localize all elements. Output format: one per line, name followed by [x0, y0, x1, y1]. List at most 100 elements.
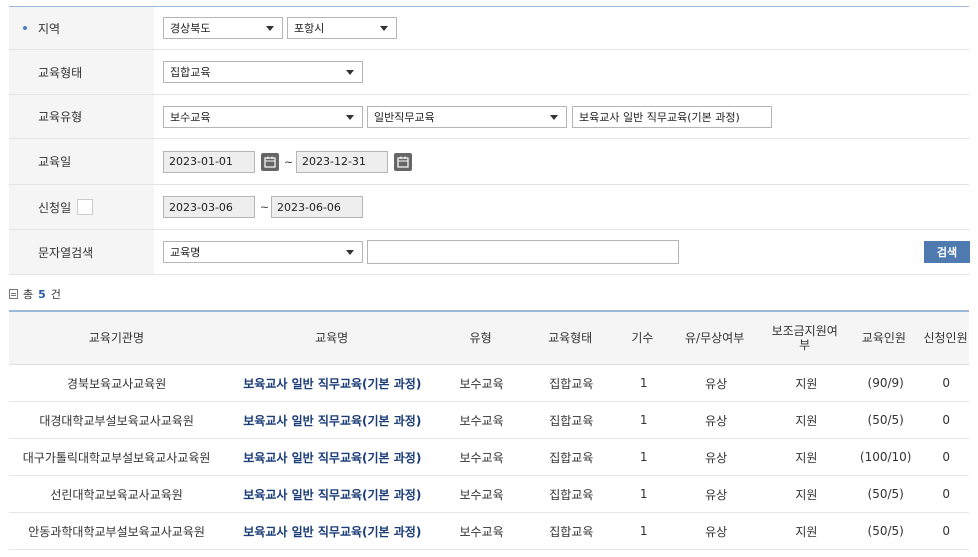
search-form: 지역 경상북도 포항시 교육형태 집합교육 교육유형 보수교육 일반직무교육 보… [9, 6, 970, 275]
date-separator: ~ [284, 155, 294, 168]
form-cell: 집합교육 [549, 450, 594, 465]
institution-cell: 대경대학교부설보육교사교육원 [39, 413, 194, 428]
chevron-down-icon [266, 26, 274, 31]
table-row: 대구가톨릭대학교부설보육교사교육원 보육교사 일반 직무교육(기본 과정) 보수교육… [9, 439, 969, 476]
edu-type-row: 교육유형 보수교육 일반직무교육 보육교사 일반 직무교육(기본 과정) [9, 95, 969, 139]
applicants-cell: 0 [942, 487, 951, 501]
column-header: 유형 [469, 331, 492, 345]
province-select[interactable]: 경상북도 [163, 17, 283, 39]
form-cell: 집합교육 [549, 376, 594, 391]
subsidy-cell: 지원 [795, 524, 818, 539]
results-table: 교육기관명 교육명 유형 교육형태 기수 유/무상여부 보조금지원여부 교육인원… [9, 310, 969, 550]
form-cell: 집합교육 [549, 487, 594, 502]
type-cell: 보수교육 [459, 376, 504, 391]
session-cell: 1 [639, 376, 648, 390]
subsidy-cell: 지원 [795, 487, 818, 502]
keyword-row: 문자열검색 교육명 검색 [9, 230, 970, 275]
apply-date-label: 신청일 [9, 185, 154, 229]
applicants-cell: 0 [942, 524, 951, 538]
capacity-cell: (50/5) [867, 524, 904, 538]
apply-date-checkbox[interactable] [77, 199, 94, 215]
applicants-cell: 0 [942, 450, 951, 464]
column-header: 교육기관명 [88, 331, 144, 345]
document-icon [9, 289, 18, 299]
apply-date-row: 신청일 2023-03-06 ~ 2023-06-06 [9, 185, 969, 230]
column-header: 교육인원 [861, 331, 906, 345]
column-header: 기수 [631, 331, 654, 345]
subsidy-cell: 지원 [795, 450, 818, 465]
type-cell: 보수교육 [459, 450, 504, 465]
keyword-input[interactable] [367, 240, 679, 264]
paid-cell: 유상 [705, 450, 728, 465]
institution-cell: 대구가톨릭대학교부설보육교사교육원 [22, 450, 211, 465]
course-link[interactable]: 보육교사 일반 직무교육(기본 과정) [224, 402, 440, 438]
type-cell: 보수교육 [459, 524, 504, 539]
edu-subcategory-select[interactable]: 일반직무교육 [367, 105, 567, 128]
table-row: 대경대학교부설보육교사교육원 보육교사 일반 직무교육(기본 과정) 보수교육 집합교… [9, 402, 969, 439]
chevron-down-icon [346, 114, 354, 120]
course-link[interactable]: 보육교사 일반 직무교육(기본 과정) [224, 439, 440, 475]
column-header: 교육명 [315, 331, 349, 345]
edu-category-select[interactable]: 보수교육 [163, 105, 363, 128]
institution-cell: 선린대학교보육교사교육원 [50, 487, 183, 502]
calendar-icon[interactable] [261, 152, 279, 171]
session-cell: 1 [639, 524, 648, 538]
table-body: 경북보육교사교육원 보육교사 일반 직무교육(기본 과정) 보수교육 집합교육 1 유상 지… [9, 365, 969, 550]
column-header: 교육형태 [548, 331, 593, 345]
column-header: 유/무상여부 [685, 331, 745, 345]
paid-cell: 유상 [705, 413, 728, 428]
course-link[interactable]: 보육교사 일반 직무교육(기본 과정) [224, 365, 440, 401]
edu-type-label: 교육유형 [9, 95, 154, 138]
applicants-cell: 0 [942, 376, 951, 390]
capacity-cell: (90/9) [867, 376, 904, 390]
date-separator: ~ [260, 200, 270, 214]
edu-form-row: 교육형태 집합교육 [9, 50, 969, 95]
session-cell: 1 [639, 413, 648, 427]
session-cell: 1 [639, 450, 648, 464]
paid-cell: 유상 [705, 376, 728, 391]
chevron-down-icon [550, 114, 558, 120]
region-label: 지역 [9, 7, 154, 49]
institution-cell: 경북보육교사교육원 [66, 376, 167, 391]
keyword-label: 문자열검색 [9, 230, 154, 274]
type-cell: 보수교육 [459, 413, 504, 428]
session-cell: 1 [639, 487, 648, 501]
chevron-down-icon [346, 250, 354, 255]
course-link[interactable]: 보육교사 일반 직무교육(기본 과정) [224, 513, 440, 549]
institution-cell: 안동과학대학교부설보육교사교육원 [28, 524, 205, 539]
course-link[interactable]: 보육교사 일반 직무교육(기본 과정) [224, 476, 440, 512]
column-header: 신청인원 [923, 331, 968, 345]
chevron-down-icon [346, 70, 354, 75]
calendar-icon[interactable] [394, 152, 412, 171]
form-cell: 집합교육 [549, 413, 594, 428]
table-header: 교육기관명 교육명 유형 교육형태 기수 유/무상여부 보조금지원여부 교육인원… [9, 312, 969, 365]
city-select[interactable]: 포항시 [287, 17, 397, 39]
edu-form-label: 교육형태 [9, 50, 154, 94]
edu-date-row: 교육일 2023-01-01 ~ 2023-12-31 [9, 139, 969, 185]
result-count: 총 5 건 [9, 286, 61, 302]
search-button[interactable]: 검색 [924, 241, 970, 263]
keyword-field-select[interactable]: 교육명 [163, 241, 363, 263]
subsidy-cell: 지원 [795, 376, 818, 391]
required-bullet-icon [23, 26, 27, 30]
edu-form-select[interactable]: 집합교육 [163, 61, 363, 83]
table-row: 경북보육교사교육원 보육교사 일반 직무교육(기본 과정) 보수교육 집합교육 1 유상 지… [9, 365, 969, 402]
paid-cell: 유상 [705, 487, 728, 502]
column-header: 보조금지원여부 [771, 324, 838, 352]
capacity-cell: (50/5) [867, 487, 904, 501]
table-row: 선린대학교보육교사교육원 보육교사 일반 직무교육(기본 과정) 보수교육 집합교육 1… [9, 476, 969, 513]
form-cell: 집합교육 [549, 524, 594, 539]
chevron-down-icon [380, 26, 388, 31]
paid-cell: 유상 [705, 524, 728, 539]
table-row: 안동과학대학교부설보육교사교육원 보육교사 일반 직무교육(기본 과정) 보수교육 집… [9, 513, 969, 550]
apply-start-date-input[interactable]: 2023-03-06 [163, 196, 255, 218]
course-name-field[interactable]: 보육교사 일반 직무교육(기본 과정) [572, 105, 772, 128]
edu-date-label: 교육일 [9, 139, 154, 184]
type-cell: 보수교육 [459, 487, 504, 502]
region-row: 지역 경상북도 포항시 [9, 7, 969, 50]
edu-end-date-input[interactable]: 2023-12-31 [296, 150, 388, 173]
subsidy-cell: 지원 [795, 413, 818, 428]
edu-start-date-input[interactable]: 2023-01-01 [163, 150, 255, 173]
capacity-cell: (50/5) [867, 413, 904, 427]
apply-end-date-input[interactable]: 2023-06-06 [271, 196, 363, 218]
